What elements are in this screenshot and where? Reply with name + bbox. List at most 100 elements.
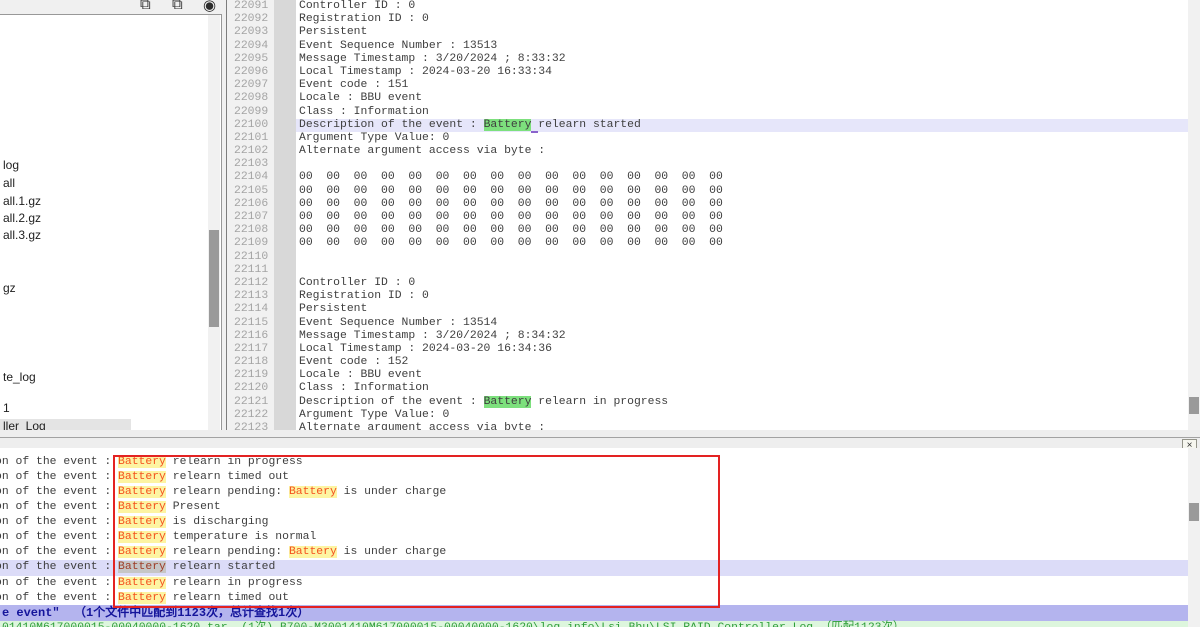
line-text[interactable] [296, 158, 1189, 171]
line-text[interactable]: 00 00 00 00 00 00 00 00 00 00 00 00 00 0… [296, 198, 1189, 211]
sidebar-scrollbar-thumb[interactable] [209, 230, 219, 327]
line-text[interactable]: 00 00 00 00 00 00 00 00 00 00 00 00 00 0… [296, 185, 1189, 198]
text-segment: 00 00 00 00 00 00 00 00 00 00 00 00 00 0… [299, 211, 723, 223]
result-row[interactable]: on of the event : Battery is discharging [0, 515, 1188, 530]
file-item[interactable]: all.1.gz [3, 194, 41, 209]
line-text[interactable]: Alternate argument access via byte : [296, 145, 1189, 158]
line-text[interactable]: Registration ID : 0 [296, 290, 1189, 303]
log-line[interactable]: 22094Event Sequence Number : 13513 [227, 40, 1189, 53]
copy-pages-icon[interactable]: ⧉ [140, 0, 151, 13]
line-text[interactable]: Event code : 152 [296, 356, 1189, 369]
log-line[interactable]: 22103 [227, 158, 1189, 171]
line-text[interactable]: Description of the event : Battery relea… [296, 119, 1189, 132]
line-text[interactable]: Class : Information [296, 106, 1189, 119]
log-line[interactable]: 2210500 00 00 00 00 00 00 00 00 00 00 00… [227, 185, 1189, 198]
file-item[interactable]: log [3, 158, 19, 173]
log-line[interactable]: 22113Registration ID : 0 [227, 290, 1189, 303]
fold-margin [274, 119, 296, 132]
log-line[interactable]: 22115Event Sequence Number : 13514 [227, 317, 1189, 330]
log-line[interactable]: 22119Locale : BBU event [227, 369, 1189, 382]
log-line[interactable]: 22111 [227, 264, 1189, 277]
log-line[interactable]: 2210700 00 00 00 00 00 00 00 00 00 00 00… [227, 211, 1189, 224]
editor-scrollbar[interactable] [1188, 0, 1200, 430]
log-line[interactable]: 22116Message Timestamp : 3/20/2024 ; 8:3… [227, 330, 1189, 343]
copy-pages-icon-2[interactable]: ⧉ [172, 0, 183, 13]
file-item[interactable]: gz [3, 281, 16, 296]
log-line[interactable]: 22099Class : Information [227, 106, 1189, 119]
file-item[interactable]: all [3, 176, 15, 191]
line-text[interactable]: Event Sequence Number : 13513 [296, 40, 1189, 53]
log-line[interactable]: 22118Event code : 152 [227, 356, 1189, 369]
log-line[interactable]: 22100 Description of the event : Battery … [227, 119, 1189, 132]
log-line[interactable]: 2210600 00 00 00 00 00 00 00 00 00 00 00… [227, 198, 1189, 211]
result-row[interactable]: on of the event : Battery relearn timed … [0, 470, 1188, 485]
locate-target-icon[interactable]: ◉ [203, 0, 216, 14]
result-row[interactable]: on of the event : Battery relearn pendin… [0, 545, 1188, 560]
result-row[interactable]: on of the event : Battery temperature is… [0, 530, 1188, 545]
line-text[interactable]: Argument Type Value: 0 [296, 409, 1189, 422]
log-line[interactable]: 22091Controller ID : 0 [227, 0, 1189, 13]
log-line[interactable]: 22122Argument Type Value: 0 [227, 409, 1189, 422]
results-scrollbar-thumb[interactable] [1189, 503, 1199, 521]
log-line[interactable]: 22112Controller ID : 0 [227, 277, 1189, 290]
line-text[interactable] [296, 264, 1189, 277]
line-text[interactable]: Locale : BBU event [296, 369, 1189, 382]
file-item[interactable]: all.2.gz [3, 211, 41, 226]
file-item[interactable]: te_log [3, 370, 36, 385]
results-scrollbar[interactable] [1188, 448, 1200, 627]
log-line[interactable]: 2210400 00 00 00 00 00 00 00 00 00 00 00… [227, 171, 1189, 184]
line-text[interactable]: Event Sequence Number : 13514 [296, 317, 1189, 330]
line-text[interactable]: Description of the event : Battery relea… [296, 396, 1189, 409]
line-text[interactable]: Persistent [296, 26, 1189, 39]
sidebar-scrollbar[interactable] [208, 15, 220, 431]
log-line[interactable]: 22114Persistent [227, 303, 1189, 316]
result-row[interactable]: on of the event : Battery relearn starte… [0, 560, 1188, 575]
panel-splitter[interactable]: × [0, 430, 1200, 449]
line-text[interactable]: Argument Type Value: 0 [296, 132, 1189, 145]
line-text[interactable]: Event code : 151 [296, 79, 1189, 92]
line-text[interactable]: Local Timestamp : 2024-03-20 16:33:34 [296, 66, 1189, 79]
line-text[interactable]: Locale : BBU event [296, 92, 1189, 105]
result-row[interactable]: on of the event : Battery relearn in pro… [0, 576, 1188, 591]
search-summary-row[interactable]: e event" （1个文件中匹配到1123次，总计查找1次） [0, 605, 1188, 621]
log-line[interactable]: 22093Persistent [227, 26, 1189, 39]
log-line[interactable]: 22096Local Timestamp : 2024-03-20 16:33:… [227, 66, 1189, 79]
log-line[interactable]: 22121Description of the event : Battery … [227, 396, 1189, 409]
file-item[interactable]: all.3.gz [3, 228, 41, 243]
result-row[interactable]: on of the event : Battery Present [0, 500, 1188, 515]
log-line[interactable]: 22117Local Timestamp : 2024-03-20 16:34:… [227, 343, 1189, 356]
log-line[interactable]: 22123Alternate argument access via byte … [227, 422, 1189, 430]
log-line[interactable]: 22101Argument Type Value: 0 [227, 132, 1189, 145]
result-row[interactable]: on of the event : Battery relearn in pro… [0, 455, 1188, 470]
line-text[interactable]: Registration ID : 0 [296, 13, 1189, 26]
line-text[interactable] [296, 251, 1189, 264]
line-text[interactable]: 00 00 00 00 00 00 00 00 00 00 00 00 00 0… [296, 211, 1189, 224]
log-editor[interactable]: 22091Controller ID : 022092Registration … [226, 0, 1189, 430]
line-text[interactable]: Persistent [296, 303, 1189, 316]
editor-scrollbar-thumb[interactable] [1189, 397, 1199, 414]
line-text[interactable]: Message Timestamp : 3/20/2024 ; 8:33:32 [296, 53, 1189, 66]
log-line[interactable]: 22092Registration ID : 0 [227, 13, 1189, 26]
log-line[interactable]: 22102Alternate argument access via byte … [227, 145, 1189, 158]
line-text[interactable]: Class : Information [296, 382, 1189, 395]
line-text[interactable]: Controller ID : 0 [296, 0, 1189, 13]
line-text[interactable]: 00 00 00 00 00 00 00 00 00 00 00 00 00 0… [296, 224, 1189, 237]
result-row[interactable]: on of the event : Battery relearn pendin… [0, 485, 1188, 500]
line-text[interactable]: Message Timestamp : 3/20/2024 ; 8:34:32 [296, 330, 1189, 343]
line-text[interactable]: Local Timestamp : 2024-03-20 16:34:36 [296, 343, 1189, 356]
file-item[interactable]: 1 [3, 401, 10, 416]
log-line[interactable]: 22095Message Timestamp : 3/20/2024 ; 8:3… [227, 53, 1189, 66]
line-text[interactable]: 00 00 00 00 00 00 00 00 00 00 00 00 00 0… [296, 237, 1189, 250]
search-file-row[interactable]: 01410M617000015-00040000-1620.tar (1次) B… [0, 621, 1188, 627]
log-line[interactable]: 2210900 00 00 00 00 00 00 00 00 00 00 00… [227, 237, 1189, 250]
line-number: 22100 [227, 119, 274, 132]
log-line[interactable]: 22110 [227, 251, 1189, 264]
log-line[interactable]: 2210800 00 00 00 00 00 00 00 00 00 00 00… [227, 224, 1189, 237]
line-text[interactable]: 00 00 00 00 00 00 00 00 00 00 00 00 00 0… [296, 171, 1189, 184]
line-text[interactable]: Alternate argument access via byte : [296, 422, 1189, 430]
log-line[interactable]: 22098Locale : BBU event [227, 92, 1189, 105]
result-row[interactable]: on of the event : Battery relearn timed … [0, 591, 1188, 606]
log-line[interactable]: 22120Class : Information [227, 382, 1189, 395]
line-text[interactable]: Controller ID : 0 [296, 277, 1189, 290]
log-line[interactable]: 22097Event code : 151 [227, 79, 1189, 92]
